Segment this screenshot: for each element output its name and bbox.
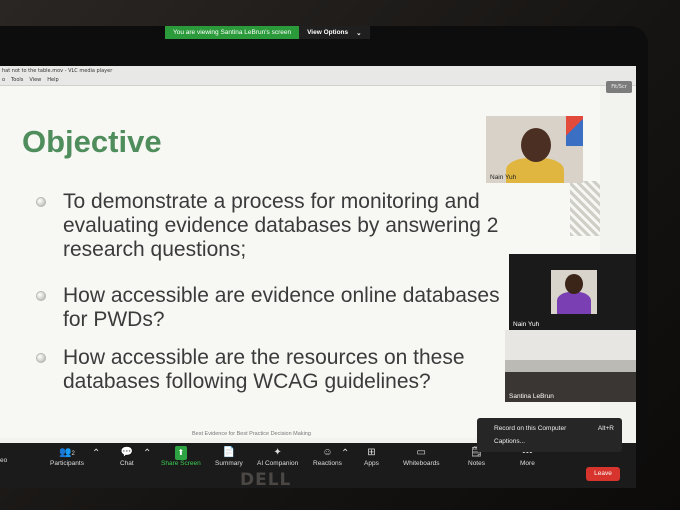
- screen-share-banner: You are viewing Santina LeBrun's screen …: [165, 26, 370, 39]
- view-options-label: View Options: [307, 29, 349, 36]
- dell-logo: DELL: [240, 470, 292, 490]
- more-label: More: [520, 460, 535, 467]
- more-menu-popup: Record on this Computer Alt+R Captions..…: [477, 418, 622, 452]
- record-hotkey: Alt+R: [597, 425, 614, 432]
- reactions-icon: ☺: [322, 447, 333, 458]
- video-label: eo: [0, 457, 8, 464]
- fit-screen-button[interactable]: Fit/Scr: [606, 81, 632, 93]
- video-tile-presenter[interactable]: Santina LeBrun: [505, 330, 636, 402]
- participants-icon: 👥2: [59, 447, 75, 458]
- bullet-icon: [36, 197, 46, 207]
- bullet-text: How accessible are the resources on thes…: [63, 346, 465, 393]
- participant-name: Santina LeBrun: [509, 393, 554, 400]
- chevron-down-icon: ⌄: [356, 30, 362, 37]
- ai-companion-label: AI Companion: [257, 460, 299, 467]
- screen: hat not to the table.mov - VLC media pla…: [0, 66, 636, 488]
- summary-icon: 📄: [222, 447, 236, 458]
- background-graphic: [566, 116, 583, 146]
- chat-label: Chat: [120, 460, 134, 467]
- notes-label: Notes: [468, 460, 485, 467]
- person-silhouette: [521, 128, 551, 162]
- ai-companion-icon: ✦: [273, 447, 282, 458]
- slide-title: Objective: [22, 124, 162, 159]
- room-ceiling: [505, 330, 636, 360]
- vlc-menu-item-view[interactable]: View: [29, 77, 41, 83]
- apps-button[interactable]: ⊞ Apps: [364, 446, 379, 467]
- chat-icon: 💬: [120, 447, 134, 458]
- vlc-window-title: hat not to the table.mov - VLC media pla…: [2, 68, 113, 74]
- participant-name: Nain Yuh: [490, 174, 517, 181]
- video-tile-participant[interactable]: Nain Yuh: [509, 254, 636, 330]
- vlc-menu-bar: o Tools View Help: [2, 77, 59, 83]
- reactions-label: Reactions: [313, 460, 342, 467]
- ai-companion-button[interactable]: ✦ AI Companion: [257, 446, 298, 467]
- share-screen-label: Share Screen: [161, 460, 201, 467]
- video-tile-speaker[interactable]: Nain Yuh: [486, 116, 583, 183]
- laptop-bezel: hat not to the table.mov - VLC media pla…: [0, 26, 648, 488]
- whiteboard-icon: ▭: [416, 447, 426, 458]
- bullet-text: How accessible are evidence online datab…: [63, 284, 500, 331]
- captions-menu-item[interactable]: Captions...: [494, 438, 525, 445]
- share-screen-button[interactable]: ⬆ Share Screen: [161, 446, 201, 467]
- participants-button[interactable]: 👥2 Participants: [50, 446, 84, 467]
- bullet-text: To demonstrate a process for monitoring …: [63, 190, 499, 261]
- summary-label: Summary: [215, 460, 243, 467]
- chat-chevron-icon[interactable]: ⌃: [143, 447, 151, 461]
- participants-count: 2: [71, 451, 75, 457]
- slide-footer: Best Evidence for Best Practice Decision…: [192, 431, 311, 437]
- reactions-chevron-icon[interactable]: ⌃: [341, 447, 349, 461]
- whiteboards-button[interactable]: ▭ Whiteboards: [403, 446, 440, 467]
- view-options-button[interactable]: View Options ⌄: [299, 26, 370, 39]
- vlc-menu-item[interactable]: o: [2, 77, 5, 83]
- person-silhouette: [557, 292, 591, 314]
- vlc-menu-item-tools[interactable]: Tools: [11, 77, 23, 83]
- vlc-menu-item-help[interactable]: Help: [47, 77, 58, 83]
- chat-button[interactable]: 💬 Chat: [120, 446, 134, 467]
- whiteboards-label: Whiteboards: [403, 460, 440, 467]
- video-frame: [551, 270, 597, 314]
- participants-label: Participants: [50, 460, 84, 467]
- bullet-icon: [36, 353, 46, 363]
- video-button[interactable]: eo: [0, 457, 7, 464]
- record-menu-item[interactable]: Record on this Computer: [494, 425, 566, 432]
- leave-button[interactable]: Leave: [586, 467, 620, 481]
- slide-decoration: [570, 181, 600, 236]
- summary-button[interactable]: 📄 Summary: [215, 446, 243, 467]
- participants-chevron-icon[interactable]: ⌃: [92, 447, 100, 461]
- participant-name: Nain Yuh: [513, 321, 540, 328]
- vlc-titlebar: hat not to the table.mov - VLC media pla…: [0, 66, 636, 93]
- apps-icon: ⊞: [367, 447, 376, 458]
- share-screen-icon: ⬆: [174, 446, 188, 460]
- reactions-button[interactable]: ☺ Reactions: [313, 446, 342, 467]
- person-silhouette: [565, 274, 583, 294]
- apps-label: Apps: [364, 460, 379, 467]
- bullet-icon: [36, 291, 46, 301]
- viewing-notice: You are viewing Santina LeBrun's screen: [165, 26, 300, 39]
